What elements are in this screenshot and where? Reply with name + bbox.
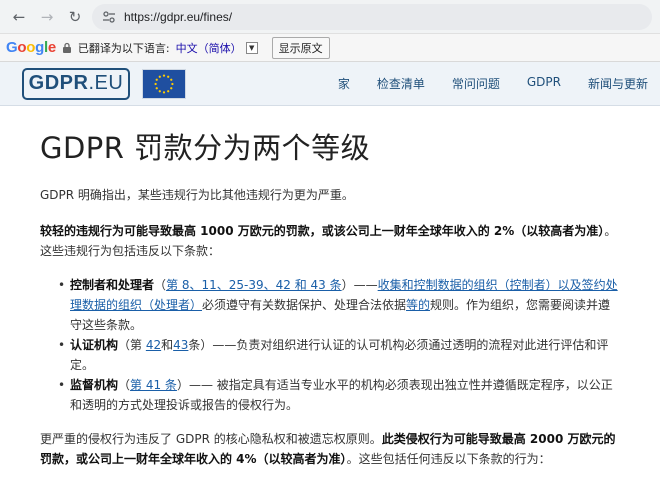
link-article-43[interactable]: 43 [173, 338, 188, 352]
lock-icon [62, 42, 71, 53]
lighter-fines-bold: 较轻的违规行为可能导致最高 1000 万欧元的罚款，或该公司上一财年全球年收入的… [40, 224, 605, 238]
nav-home[interactable]: 家 [338, 75, 350, 92]
list-item-certification: 认证机构（第 42和43条）——负责对组织进行认证的认可机构必须通过透明的流程对… [58, 335, 620, 375]
main-nav: 家 检查清单 常问问题 GDPR 新闻与更新 [338, 75, 648, 92]
link-articles-8-43[interactable]: 第 8、11、25-39、42 和 43 条 [166, 278, 342, 292]
nav-checklist[interactable]: 检查清单 [377, 75, 425, 92]
browser-toolbar: ← → ↻ https://gdpr.eu/fines/ [0, 0, 660, 34]
nav-faq[interactable]: 常问问题 [452, 75, 500, 92]
nav-gdpr[interactable]: GDPR [527, 75, 561, 92]
link-etc[interactable]: 等的 [406, 298, 430, 312]
severe-fines-paragraph: 更严重的侵权行为违反了 GDPR 的核心隐私权和被遗忘权原则。此类侵权行为可能导… [40, 432, 616, 466]
google-logo: Google [6, 39, 56, 56]
translate-bar: Google 已翻译为以下语言: 中文（简体） ▼ 显示原文 [0, 34, 660, 62]
dropdown-arrow-icon[interactable]: ▼ [245, 41, 258, 54]
articles-list: 控制者和处理者（第 8、11、25-39、42 和 43 条）——收集和控制数据… [40, 275, 620, 415]
site-header: GDPR .EU 家 检查清单 常问问题 GDPR 新闻与更新 [0, 62, 660, 106]
eu-flag-icon [142, 68, 186, 99]
language-value[interactable]: 中文（简体） [176, 40, 242, 56]
page-title: GDPR 罚款分为两个等级 [40, 131, 371, 165]
show-original-button[interactable]: 显示原文 [271, 36, 330, 59]
lighter-fines-paragraph: 较轻的违规行为可能导致最高 1000 万欧元的罚款，或该公司上一财年全球年收入的… [40, 221, 620, 261]
reload-icon[interactable]: ↻ [64, 6, 86, 28]
article-content: GDPR 罚款分为两个等级 GDPR 明确指出，某些违规行为比其他违规行为更为严… [0, 106, 660, 469]
url-text[interactable]: https://gdpr.eu/fines/ [124, 10, 232, 24]
translated-label: 已翻译为以下语言: [77, 41, 170, 55]
link-article-42[interactable]: 42 [146, 338, 161, 352]
forward-icon[interactable]: → [36, 6, 58, 28]
back-icon[interactable]: ← [8, 6, 30, 28]
intro-paragraph: GDPR 明确指出，某些违规行为比其他违规行为更为严重。 [40, 188, 354, 202]
gdpr-eu-logo[interactable]: GDPR .EU [22, 67, 130, 100]
language-select[interactable]: 中文（简体） ▼ [176, 40, 258, 56]
link-article-41[interactable]: 第 41 条 [130, 378, 177, 392]
list-item-monitoring: 监督机构（第 41 条）—— 被指定具有适当专业水平的机构必须表现出独立性并遵循… [58, 375, 620, 415]
address-bar[interactable]: https://gdpr.eu/fines/ [92, 3, 652, 30]
list-item-controllers: 控制者和处理者（第 8、11、25-39、42 和 43 条）——收集和控制数据… [58, 275, 620, 335]
site-settings-icon[interactable] [102, 10, 116, 24]
nav-news[interactable]: 新闻与更新 [588, 75, 648, 92]
